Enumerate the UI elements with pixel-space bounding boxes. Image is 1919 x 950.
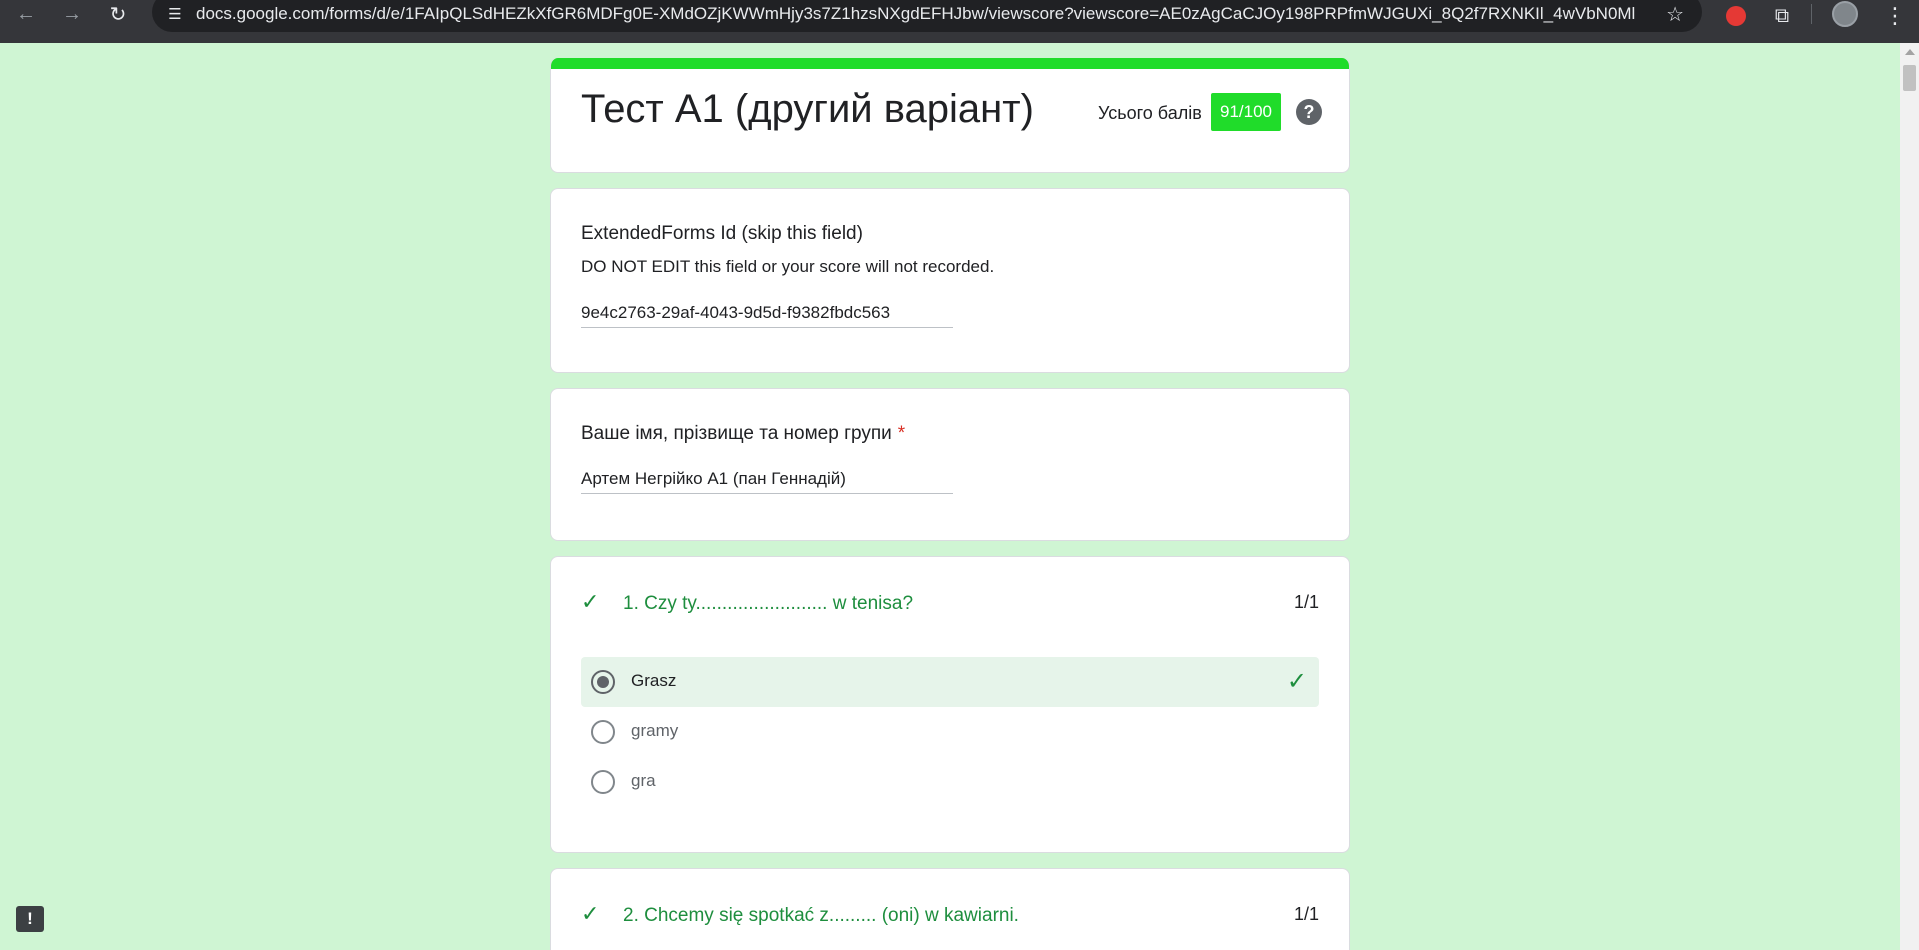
name-answer-value: Артем Негрійко А1 (пан Геннадій) (581, 469, 953, 494)
back-icon[interactable]: ← (8, 0, 44, 28)
option-label: gramy (631, 721, 679, 740)
browser-toolbar: ← → ↻ ☰ docs.google.com/forms/d/e/1FAIpQ… (0, 0, 1919, 43)
form-title: Тест А1 (другий варіант) (581, 87, 1034, 131)
option-grasz[interactable]: Grasz ✓ (581, 657, 1319, 707)
extended-forms-title: ExtendedForms Id (skip this field) (581, 223, 863, 244)
option-label: gra (631, 771, 656, 790)
name-question-card: Ваше імя, прізвище та номер групи * Артем… (550, 388, 1350, 541)
address-bar[interactable]: ☰ docs.google.com/forms/d/e/1FAIpQLSdHEZ… (152, 0, 1702, 32)
total-score-label: Усього балів (1098, 103, 1202, 123)
question-card: ✓ 1. Czy ty......................... w te… (550, 556, 1350, 853)
radio-unselected[interactable] (591, 720, 615, 744)
extended-forms-card: ExtendedForms Id (skip this field) DO NO… (550, 188, 1350, 373)
correct-answer-check-icon: ✓ (1286, 668, 1307, 695)
profile-avatar[interactable] (1832, 1, 1858, 27)
required-asterisk: * (897, 423, 906, 444)
extended-forms-description: DO NOT EDIT this field or your score wil… (581, 257, 995, 276)
radio-selected[interactable] (591, 670, 615, 694)
url-text[interactable]: docs.google.com/forms/d/e/1FAIpQLSdHEZkX… (196, 4, 1636, 24)
extensions-puzzle-icon[interactable]: ⧉ (1767, 2, 1797, 30)
option-gramy[interactable]: gramy (581, 707, 1319, 757)
reload-icon[interactable]: ↻ (100, 0, 136, 28)
page-scrollbar[interactable] (1900, 43, 1919, 950)
form-header-card: Тест А1 (другий варіант) Усього балів 91… (550, 58, 1350, 173)
question-card: ✓ 2. Chcemy się spotkać z......... (oni) … (550, 868, 1350, 950)
extended-forms-id-value: 9e4c2763-29af-4043-9d5d-f9382fbdc563 (581, 303, 953, 328)
question-points: 1/1 (1293, 592, 1319, 612)
browser-menu-icon[interactable]: ⋮ (1880, 2, 1910, 30)
site-info-icon[interactable]: ☰ (160, 2, 190, 26)
correct-check-icon: ✓ (581, 589, 600, 614)
option-label: Grasz (631, 671, 677, 690)
bookmark-star-icon[interactable]: ☆ (1666, 2, 1684, 27)
name-question-title: Ваше імя, прізвище та номер групи * (581, 423, 906, 444)
forward-icon[interactable]: → (54, 0, 90, 28)
scroll-up-arrow-icon[interactable] (1905, 49, 1915, 55)
score-badge: 91/100 (1211, 93, 1281, 131)
header-accent-stripe (551, 58, 1349, 69)
toolbar-divider (1811, 4, 1812, 24)
question-points: 1/1 (1293, 904, 1319, 924)
radio-unselected[interactable] (591, 770, 615, 794)
help-icon[interactable]: ? (1296, 99, 1322, 125)
option-gra[interactable]: gra (581, 757, 1319, 807)
adblock-extension-icon[interactable] (1721, 2, 1751, 30)
correct-check-icon: ✓ (581, 901, 600, 926)
question-title: ✓ 2. Chcemy się spotkać z......... (oni) … (581, 901, 1019, 926)
scroll-thumb[interactable] (1903, 65, 1916, 91)
question-title: ✓ 1. Czy ty......................... w te… (581, 589, 914, 614)
report-feedback-icon[interactable]: ! (16, 906, 44, 932)
